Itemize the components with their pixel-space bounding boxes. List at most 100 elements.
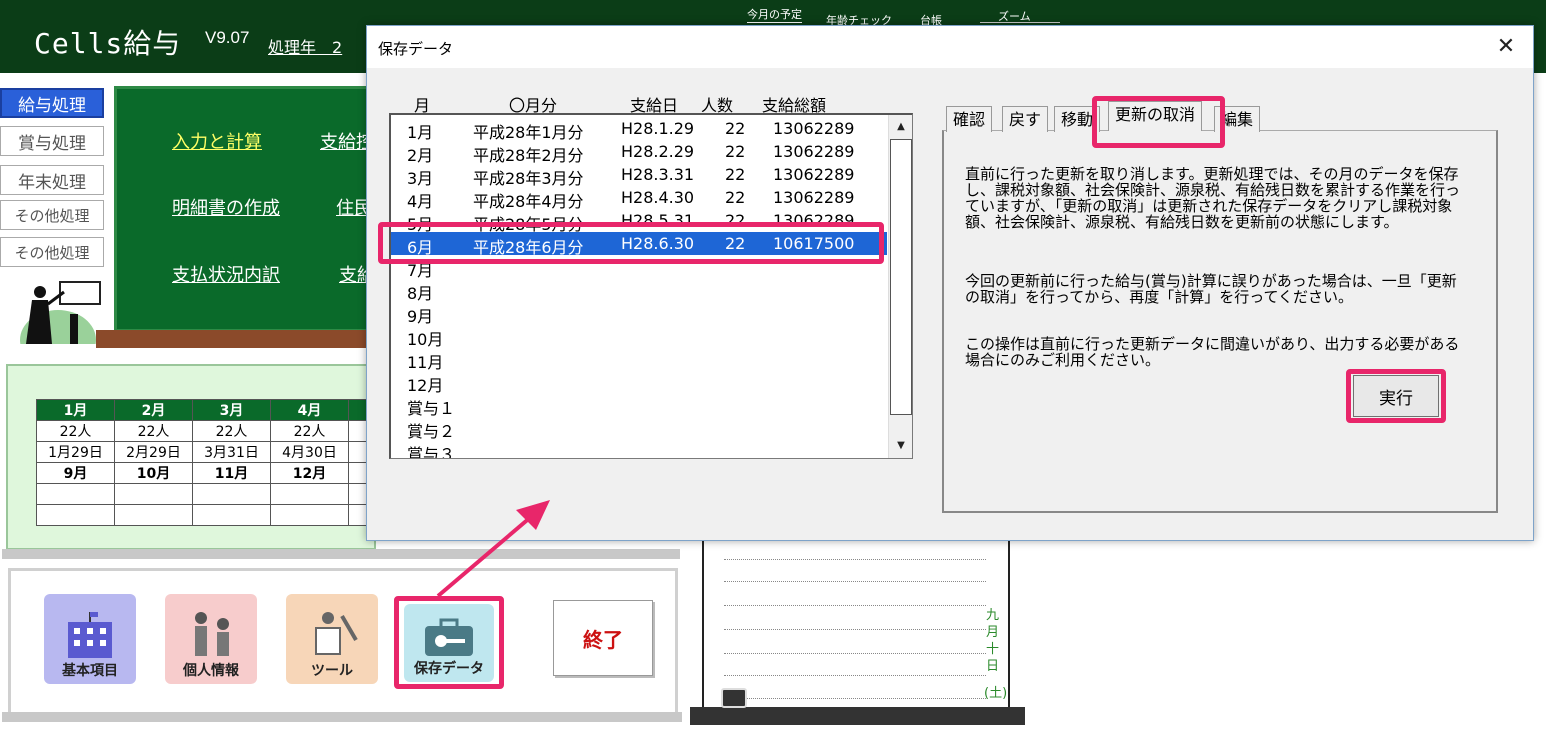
year-label[interactable]: 処理年 2 xyxy=(268,34,342,58)
cal-cell xyxy=(36,483,115,505)
list-row[interactable]: 賞与２ xyxy=(391,416,887,441)
execute-button[interactable]: 実行 xyxy=(1353,375,1439,417)
list-row[interactable]: 賞与１ xyxy=(391,393,887,418)
paper-rule xyxy=(724,581,986,582)
paper-rule xyxy=(724,605,986,606)
list-cell-n: 22 xyxy=(725,188,746,207)
calendar-paper xyxy=(702,535,1010,711)
sidebar-item-year-end[interactable]: 年末処理 xyxy=(0,165,104,195)
list-row[interactable]: 12月 xyxy=(391,370,887,395)
app-version: V9.07 xyxy=(205,28,250,47)
cal-cell: 2月29日 xyxy=(114,441,193,463)
list-row[interactable]: 賞与３ xyxy=(391,439,887,459)
zoom-slider[interactable] xyxy=(980,22,1060,23)
dialog-titlebar[interactable]: 保存データ ✕ xyxy=(367,26,1533,68)
cal-cell[interactable]: 3月 xyxy=(192,399,271,421)
briefcase-key-icon xyxy=(425,618,473,656)
list-cell-total: 13062289 xyxy=(773,165,855,184)
sidebar-item-payroll[interactable]: 給与処理 xyxy=(0,88,104,118)
list-cell-total: 13062289 xyxy=(773,188,855,207)
scroll-up-icon[interactable]: ▲ xyxy=(890,117,912,137)
dialog-title: 保存データ xyxy=(378,40,454,58)
basic-items-button[interactable]: 基本項目 xyxy=(44,594,136,684)
cal-cell[interactable]: 12月 xyxy=(270,462,349,484)
list-cell-date: H28.3.31 xyxy=(621,165,695,184)
list-cell-total: 13062289 xyxy=(773,211,855,230)
list-row[interactable]: 5月 平成28年5月分 H28.5.31 22 13062289 xyxy=(391,209,887,234)
personal-info-button[interactable]: 個人情報 xyxy=(165,594,257,684)
list-cell-date: H28.2.29 xyxy=(621,142,695,161)
tab-revert[interactable]: 戻す xyxy=(1002,106,1049,132)
cal-cell: 4月30日 xyxy=(270,441,349,463)
description-paragraph-2: 今回の更新前に行った給与(賞与)計算に誤りがあった場合は、一旦「更新の取消」を行… xyxy=(965,272,1457,306)
cal-cell[interactable]: 1月 xyxy=(36,399,115,421)
sidebar-item-bonus[interactable]: 賞与処理 xyxy=(0,126,104,156)
cal-cell xyxy=(270,483,349,505)
cal-cell: 22人 xyxy=(114,420,193,442)
list-row[interactable]: 10月 xyxy=(391,324,887,349)
list-row[interactable]: 11月 xyxy=(391,347,887,372)
list-row[interactable]: 9月 xyxy=(391,301,887,326)
list-row[interactable]: 3月 平成28年3月分 H28.3.31 22 13062289 xyxy=(391,163,887,188)
cal-cell[interactable]: 9月 xyxy=(36,462,115,484)
paper-rule xyxy=(724,675,986,676)
tools-button[interactable]: ツール xyxy=(286,594,378,684)
paper-scroll-handle[interactable] xyxy=(721,688,747,708)
cal-cell xyxy=(192,504,271,526)
link-payslip[interactable]: 明細書の作成 xyxy=(172,194,280,220)
personal-info-label: 個人情報 xyxy=(183,663,239,679)
cal-cell[interactable]: 10月 xyxy=(114,462,193,484)
list-row[interactable]: 4月 平成28年4月分 H28.4.30 22 13062289 xyxy=(391,186,887,211)
list-cell-n: 22 xyxy=(725,234,746,253)
scroll-thumb[interactable] xyxy=(890,139,912,415)
list-cell-date: H28.4.30 xyxy=(621,188,695,207)
paper-date-char: 日 xyxy=(986,659,1000,674)
cal-cell: 22人 xyxy=(192,420,271,442)
cal-cell: 1月29日 xyxy=(36,441,115,463)
close-icon[interactable]: ✕ xyxy=(1493,34,1519,60)
paper-rule xyxy=(724,653,986,654)
saved-data-button[interactable]: 保存データ xyxy=(404,604,494,682)
tab-move[interactable]: 移動 xyxy=(1054,106,1101,132)
link-payment-breakdown[interactable]: 支払状況内訳 xyxy=(172,261,280,287)
list-cell-n: 22 xyxy=(725,211,746,230)
paper-date-weekday: (土) xyxy=(984,686,1008,701)
description-paragraph-3: この操作は直前に行った更新データに間違いがあり、出力する必要がある場合にのみご利… xyxy=(965,335,1460,369)
list-cell-n: 22 xyxy=(725,142,746,161)
cal-cell xyxy=(114,483,193,505)
cal-cell xyxy=(270,504,349,526)
cal-cell: 22人 xyxy=(270,420,349,442)
building-icon xyxy=(68,612,112,658)
listbox-scrollbar[interactable]: ▲ ▼ xyxy=(888,115,912,458)
list-cell-total: 13062289 xyxy=(773,119,855,138)
cal-cell[interactable]: 11月 xyxy=(192,462,271,484)
tab-confirm[interactable]: 確認 xyxy=(946,106,993,132)
list-row-selected[interactable]: 6月 平成28年6月分 H28.6.30 22 10617500 xyxy=(391,232,887,257)
list-cell-date: H28.6.30 xyxy=(621,234,695,253)
toplink-schedule[interactable]: 今月の予定 xyxy=(747,6,802,23)
cal-cell[interactable]: 2月 xyxy=(114,399,193,421)
basic-items-label: 基本項目 xyxy=(62,663,118,679)
sidebar-item-other-1[interactable]: その他処理 xyxy=(0,200,104,230)
tab-edit[interactable]: 編集 xyxy=(1214,106,1261,132)
link-input-calc[interactable]: 入力と計算 xyxy=(172,128,262,154)
list-row[interactable]: 7月 xyxy=(391,255,887,280)
app-title: Cells給与 xyxy=(34,27,182,60)
tools-icon xyxy=(315,612,358,655)
list-cell-m: 賞与３ xyxy=(407,445,456,459)
scroll-down-icon[interactable]: ▼ xyxy=(890,436,912,456)
panel-bottom-edge xyxy=(2,712,682,722)
list-row[interactable]: 2月 平成28年2月分 H28.2.29 22 13062289 xyxy=(391,140,887,165)
list-row[interactable]: 1月 平成28年1月分 H28.1.29 22 13062289 xyxy=(391,117,887,142)
paper-rule xyxy=(724,698,986,699)
tab-cancel-update[interactable]: 更新の取消 xyxy=(1108,101,1203,131)
saved-data-listbox[interactable]: 1月 平成28年1月分 H28.1.29 22 13062289 2月 平成28年2月分 H2… xyxy=(389,113,913,459)
cal-cell[interactable]: 4月 xyxy=(270,399,349,421)
sidebar-item-other-2[interactable]: その他処理 xyxy=(0,237,104,267)
quit-button[interactable]: 終了 xyxy=(553,600,653,676)
panel-divider xyxy=(2,549,680,559)
cal-cell xyxy=(192,483,271,505)
tools-label: ツール xyxy=(311,663,353,679)
list-cell-n: 22 xyxy=(725,165,746,184)
list-row[interactable]: 8月 xyxy=(391,278,887,303)
